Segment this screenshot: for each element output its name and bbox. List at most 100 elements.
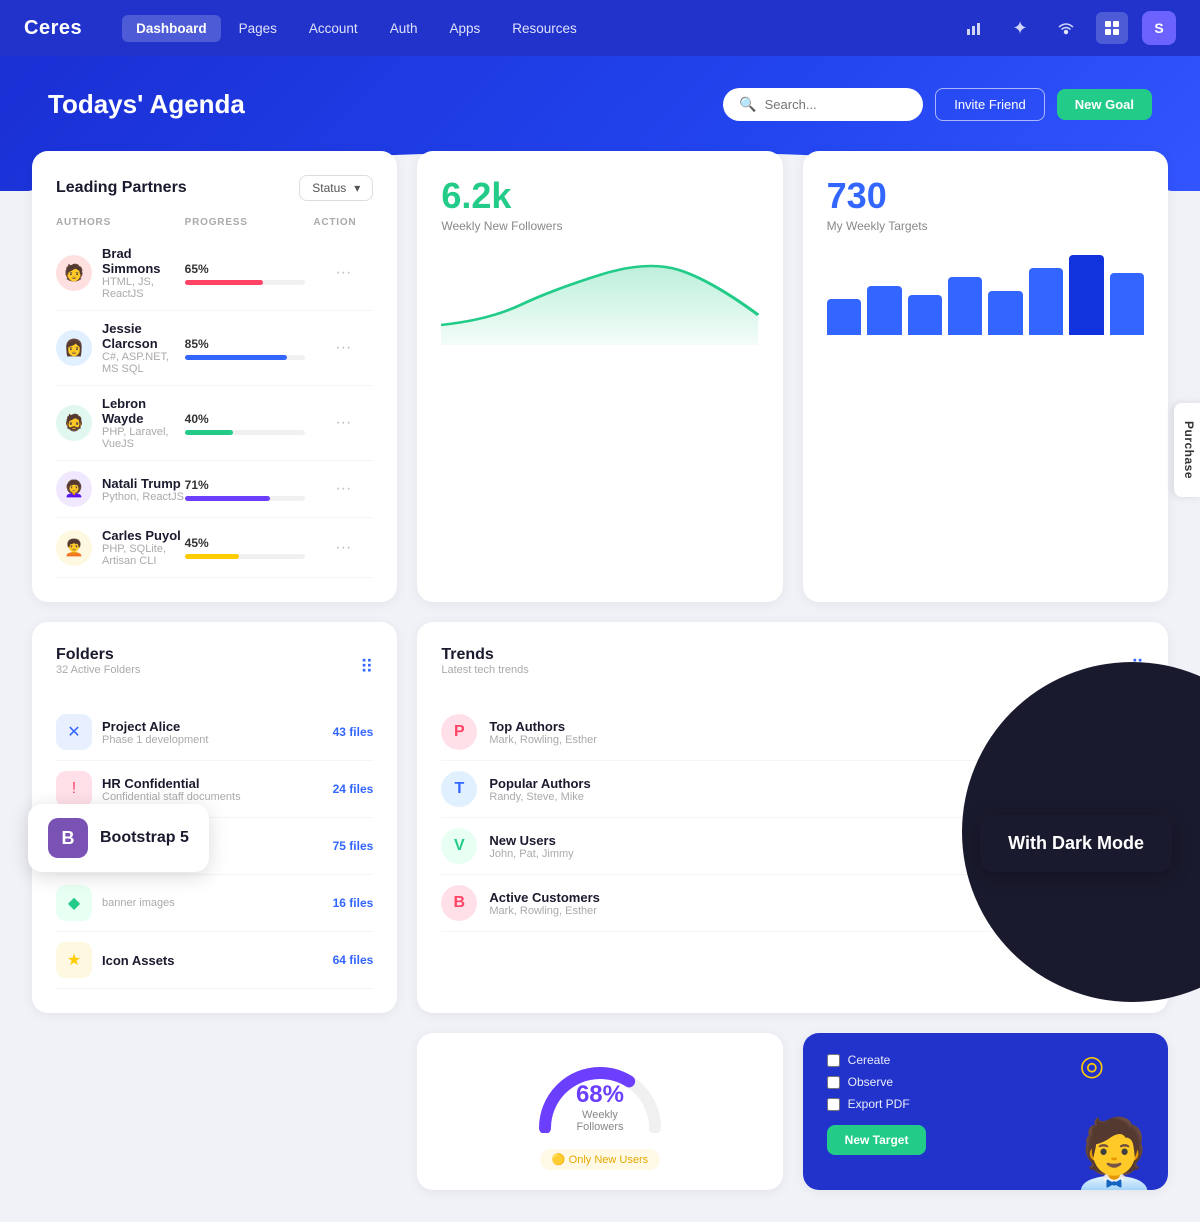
stats-icon[interactable] <box>958 12 990 44</box>
wifi-icon[interactable] <box>1050 12 1082 44</box>
partner-action-dots[interactable]: ··· <box>313 480 373 498</box>
folders-menu-icon[interactable]: ⠿ <box>360 657 373 678</box>
partner-info: 🧑‍🦱 Carles Puyol PHP, SQLite, Artisan CL… <box>56 528 185 567</box>
target-check-label: Observe <box>848 1075 893 1089</box>
partner-name: Carles Puyol <box>102 528 185 543</box>
bar-fill <box>827 299 861 335</box>
asterisk-icon[interactable]: ✦ <box>1004 12 1036 44</box>
partner-progress-bar-bg <box>185 280 305 285</box>
folder-name: HR Confidential <box>102 776 241 791</box>
gauge-wrapper: 68% Weekly Followers <box>530 1053 670 1133</box>
partner-avatar: 🧔 <box>56 405 92 441</box>
weekly-followers-card: 6.2k Weekly New Followers <box>417 151 782 602</box>
partner-skills: C#, ASP.NET, MS SQL <box>102 351 185 375</box>
targets-value: 730 <box>827 175 1144 217</box>
partner-row: 👩‍🦱 Natali Trump Python, ReactJS 71% ··· <box>56 461 373 518</box>
nav-link-resources[interactable]: Resources <box>498 15 591 42</box>
target-checkbox[interactable] <box>827 1098 840 1111</box>
targets-label: My Weekly Targets <box>827 219 1144 233</box>
bar-item <box>827 299 861 335</box>
target-check-item: Export PDF <box>827 1097 1144 1111</box>
dark-mode-button[interactable]: With Dark Mode <box>980 815 1172 872</box>
nav-link-apps[interactable]: Apps <box>435 15 494 42</box>
bar-item <box>867 286 901 335</box>
followers-chart <box>441 245 758 345</box>
folder-desc: Confidential staff documents <box>102 791 241 803</box>
gauge-card: 68% Weekly Followers 🟡 Only New Users <box>417 1033 782 1190</box>
partner-progress-bar-fill <box>185 430 233 435</box>
new-goal-button[interactable]: New Goal <box>1057 89 1152 120</box>
partner-progress-bar-fill <box>185 496 270 501</box>
partner-name: Brad Simmons <box>102 246 185 276</box>
trend-name: Top Authors <box>489 719 597 734</box>
leading-partners-card: Leading Partners Status ▾ AUTHORS PROGRE… <box>32 151 397 602</box>
folder-files: 64 files <box>333 953 374 967</box>
trends-title: Trends <box>441 646 528 664</box>
folder-desc: Phase 1 development <box>102 734 208 746</box>
partner-row: 👩 Jessie Clarcson C#, ASP.NET, MS SQL 85… <box>56 311 373 386</box>
partner-progress-pct: 65% <box>185 262 314 276</box>
nav-link-dashboard[interactable]: Dashboard <box>122 15 221 42</box>
folder-icon: ◆ <box>56 885 92 921</box>
partner-skills: PHP, Laravel, VueJS <box>102 426 185 450</box>
trends-subtitle: Latest tech trends <box>441 664 528 676</box>
search-icon: 🔍 <box>739 96 756 113</box>
trend-icon: P <box>441 714 477 750</box>
followers-value: 6.2k <box>441 175 758 217</box>
nav-link-pages[interactable]: Pages <box>225 15 291 42</box>
partner-info: 👩 Jessie Clarcson C#, ASP.NET, MS SQL <box>56 321 185 375</box>
partner-row: 🧑‍🦱 Carles Puyol PHP, SQLite, Artisan CL… <box>56 518 373 578</box>
brand-logo: Ceres <box>24 17 82 40</box>
partner-skills: PHP, SQLite, Artisan CLI <box>102 543 185 567</box>
partner-action-dots[interactable]: ··· <box>313 539 373 557</box>
partner-progress-bar-fill <box>185 280 263 285</box>
bar-item <box>988 291 1022 335</box>
search-input[interactable] <box>765 97 905 112</box>
partner-row: 🧔 Lebron Wayde PHP, Laravel, VueJS 40% ·… <box>56 386 373 461</box>
bar-fill <box>988 291 1022 335</box>
bottom-cards-grid: Folders 32 Active Folders ⠿ ✕ Project Al… <box>32 622 1168 1190</box>
folder-name: Icon Assets <box>102 953 175 968</box>
user-avatar[interactable]: S <box>1142 11 1176 45</box>
nav-link-auth[interactable]: Auth <box>376 15 432 42</box>
nav-icons: ✦ S <box>958 11 1176 45</box>
folder-desc: banner images <box>102 897 175 909</box>
partner-info: 🧑 Brad Simmons HTML, JS, ReactJS <box>56 246 185 300</box>
target-check-label: Export PDF <box>848 1097 910 1111</box>
new-target-button[interactable]: New Target <box>827 1125 927 1155</box>
trend-name: Active Customers <box>489 890 600 905</box>
folder-files: 43 files <box>333 725 374 739</box>
partner-progress-bar-fill <box>185 554 239 559</box>
partner-avatar: 🧑 <box>56 255 92 291</box>
bar-fill <box>1110 273 1144 335</box>
target-checkbox[interactable] <box>827 1054 840 1067</box>
trend-authors: Mark, Rowling, Esther <box>489 734 597 746</box>
partner-action-dots[interactable]: ··· <box>313 264 373 282</box>
partner-skills: Python, ReactJS <box>102 491 184 503</box>
bar-fill <box>908 295 942 335</box>
weekly-targets-card: 730 My Weekly Targets <box>803 151 1168 602</box>
target-checkbox[interactable] <box>827 1076 840 1089</box>
bootstrap-logo: B <box>48 818 88 858</box>
partner-info: 👩‍🦱 Natali Trump Python, ReactJS <box>56 471 185 507</box>
page-title: Todays' Agenda <box>48 89 245 120</box>
partner-action-dots[interactable]: ··· <box>313 339 373 357</box>
purchase-tab[interactable]: Purchase <box>1174 403 1200 497</box>
partner-action-dots[interactable]: ··· <box>313 414 373 432</box>
target-actions-card: CereateObserveExport PDF New Target 🧑‍💼 … <box>803 1033 1168 1190</box>
bar-item <box>1069 255 1103 335</box>
bootstrap-badge: B Bootstrap 5 <box>28 804 209 872</box>
status-dropdown[interactable]: Status ▾ <box>299 175 373 201</box>
folder-files: 16 files <box>333 896 374 910</box>
partner-avatar: 👩 <box>56 330 92 366</box>
partner-name: Lebron Wayde <box>102 396 185 426</box>
nav-link-account[interactable]: Account <box>295 15 372 42</box>
followers-label: Weekly New Followers <box>441 219 758 233</box>
folder-files: 24 files <box>333 782 374 796</box>
partner-progress-pct: 45% <box>185 536 314 550</box>
navbar: Ceres Dashboard Pages Account Auth Apps … <box>0 0 1200 56</box>
grid-icon[interactable] <box>1096 12 1128 44</box>
folder-row: ◆ banner images 16 files <box>56 875 373 932</box>
invite-friend-button[interactable]: Invite Friend <box>935 88 1045 121</box>
search-box[interactable]: 🔍 <box>723 88 923 121</box>
